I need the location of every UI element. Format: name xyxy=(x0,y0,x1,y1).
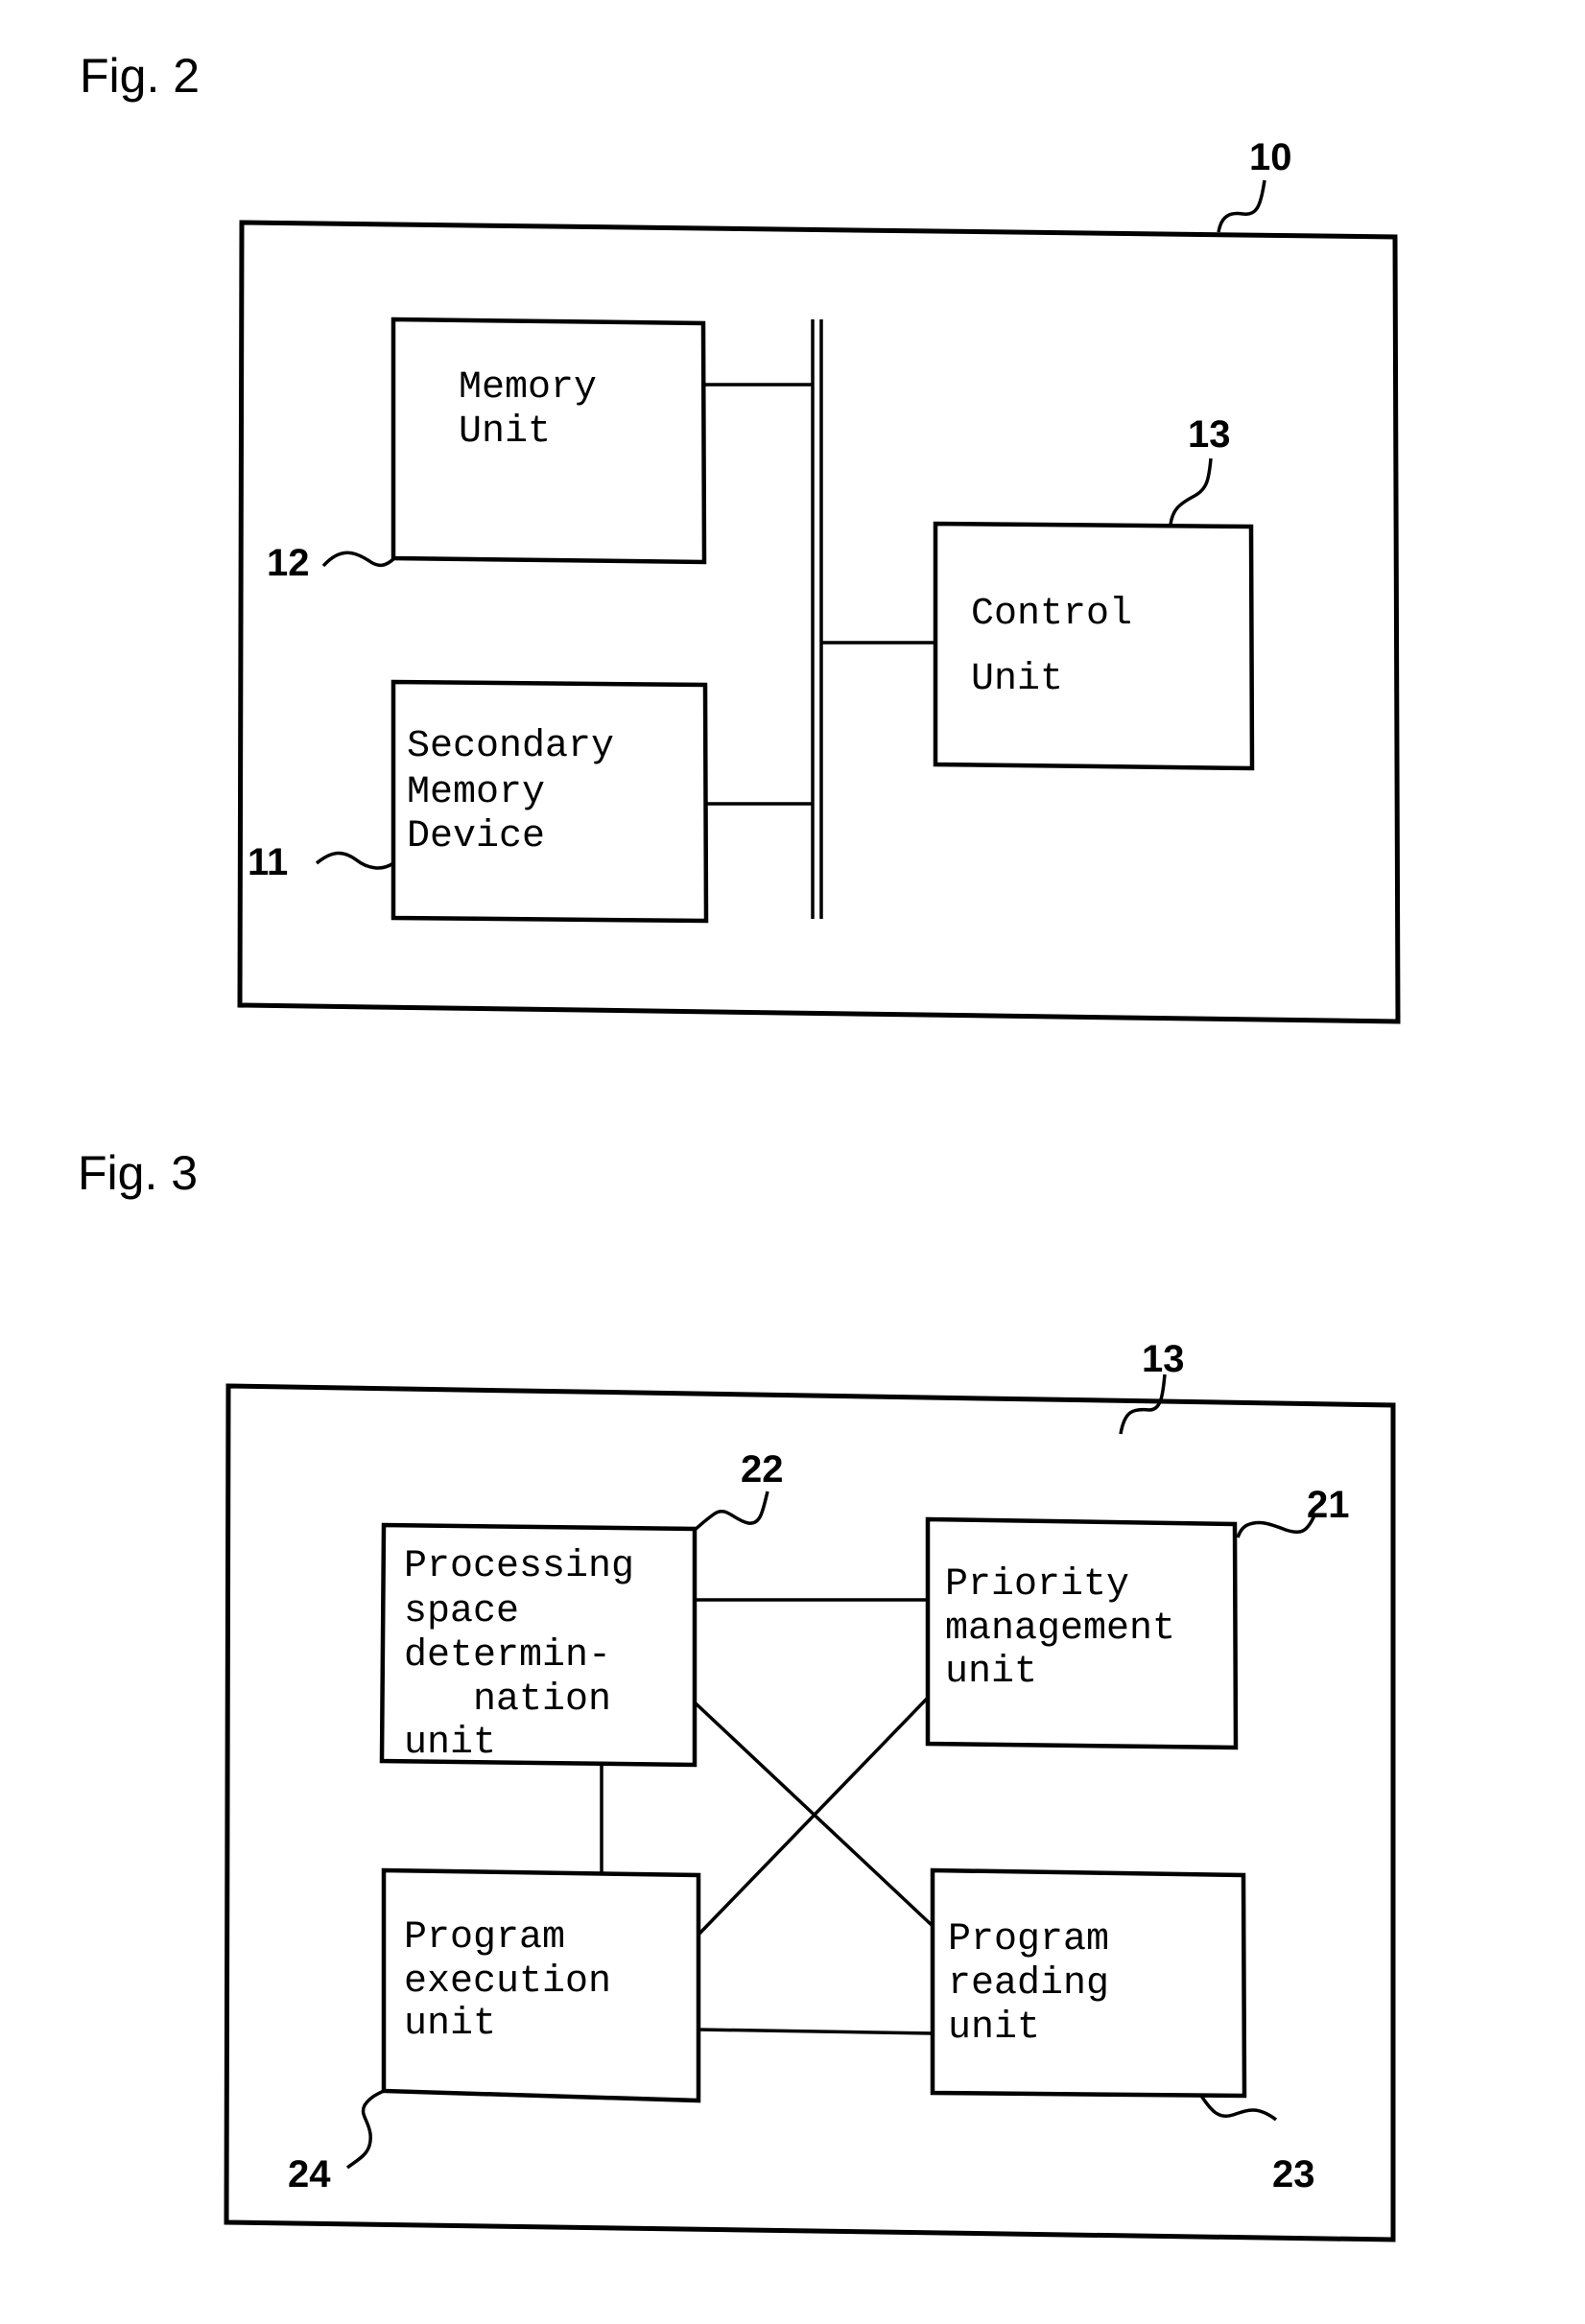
computer-frame xyxy=(237,220,1401,1024)
memory-unit-label-line-1: Memory xyxy=(459,366,597,410)
leader-line-23 xyxy=(1199,2095,1278,2122)
leader-line-11 xyxy=(315,851,394,870)
secondary-memory-label-line-2: Memory xyxy=(407,771,545,814)
ref-label-24: 24 xyxy=(288,2153,331,2195)
figure-3-title: Fig. 3 xyxy=(78,1146,198,1200)
processing-label-line-1: Processing xyxy=(404,1545,634,1588)
secondary-memory-label-line-3: Device xyxy=(407,815,545,858)
priority-label-line-1: Priority xyxy=(945,1563,1129,1607)
program-reading-label-line-2: reading xyxy=(948,1962,1109,2006)
program-execution-label-line-3: unit xyxy=(404,2003,496,2046)
priority-label-line-3: unit xyxy=(945,1651,1037,1694)
processing-label-line-5: unit xyxy=(404,1722,496,1765)
control-unit-label-line-1: Control xyxy=(971,593,1132,636)
program-execution-label-line-2: execution xyxy=(404,1960,611,2004)
processing-label-line-3: determin- xyxy=(404,1634,611,1678)
program-reading-unit-block: Program reading unit xyxy=(930,1867,1247,2099)
leader-line-12 xyxy=(321,551,395,568)
memory-unit-label-line-2: Unit xyxy=(459,411,551,454)
ref-label-10: 10 xyxy=(1249,136,1292,178)
ref-label-22: 22 xyxy=(741,1448,784,1491)
leader-line-21 xyxy=(1236,1514,1316,1538)
ref-label-11: 11 xyxy=(248,841,288,883)
program-execution-unit-block: Program execution unit xyxy=(381,1867,701,2103)
priority-label-line-2: management xyxy=(945,1608,1175,1651)
priority-management-unit-block: Priority management unit xyxy=(925,1516,1239,1750)
figure-2: Fig. 2 10 Memory Unit 12 Secondary Memor… xyxy=(80,49,1401,1024)
figure-3: Fig. 3 13 Processing space determin- nat… xyxy=(78,1146,1396,2242)
processing-label-line-2: space xyxy=(404,1590,519,1633)
leader-line-24 xyxy=(345,2089,385,2170)
program-reading-label-line-3: unit xyxy=(948,2007,1040,2050)
program-reading-label-line-1: Program xyxy=(948,1918,1109,1961)
figure-2-title: Fig. 2 xyxy=(80,49,200,103)
leader-line-10 xyxy=(1217,179,1266,233)
memory-unit-block: Memory Unit xyxy=(390,317,707,565)
processing-label-line-4: nation xyxy=(404,1678,611,1722)
link-24-23 xyxy=(698,2028,934,2035)
ref-label-23: 23 xyxy=(1272,2153,1315,2195)
control-unit-label-line-2: Unit xyxy=(971,658,1063,701)
ref-label-12: 12 xyxy=(267,542,310,584)
system-bus xyxy=(811,319,823,919)
secondary-memory-label-line-1: Secondary xyxy=(407,725,614,768)
ref-label-13-fig2: 13 xyxy=(1188,413,1231,456)
ref-label-13-fig3: 13 xyxy=(1142,1338,1185,1380)
leader-line-22 xyxy=(693,1491,769,1532)
control-unit-block: Control Unit xyxy=(933,521,1255,771)
leader-line-13-fig3 xyxy=(1119,1373,1167,1435)
link-21-24 xyxy=(697,1696,930,1937)
patent-drawing-sheet: Fig. 2 10 Memory Unit 12 Secondary Memor… xyxy=(78,49,1401,2242)
program-execution-label-line-1: Program xyxy=(404,1916,565,1960)
secondary-memory-device-block: Secondary Memory Device xyxy=(390,679,709,924)
leader-line-13-fig2 xyxy=(1169,458,1213,526)
processing-space-determination-unit-block: Processing space determin- nation unit xyxy=(379,1522,698,1768)
